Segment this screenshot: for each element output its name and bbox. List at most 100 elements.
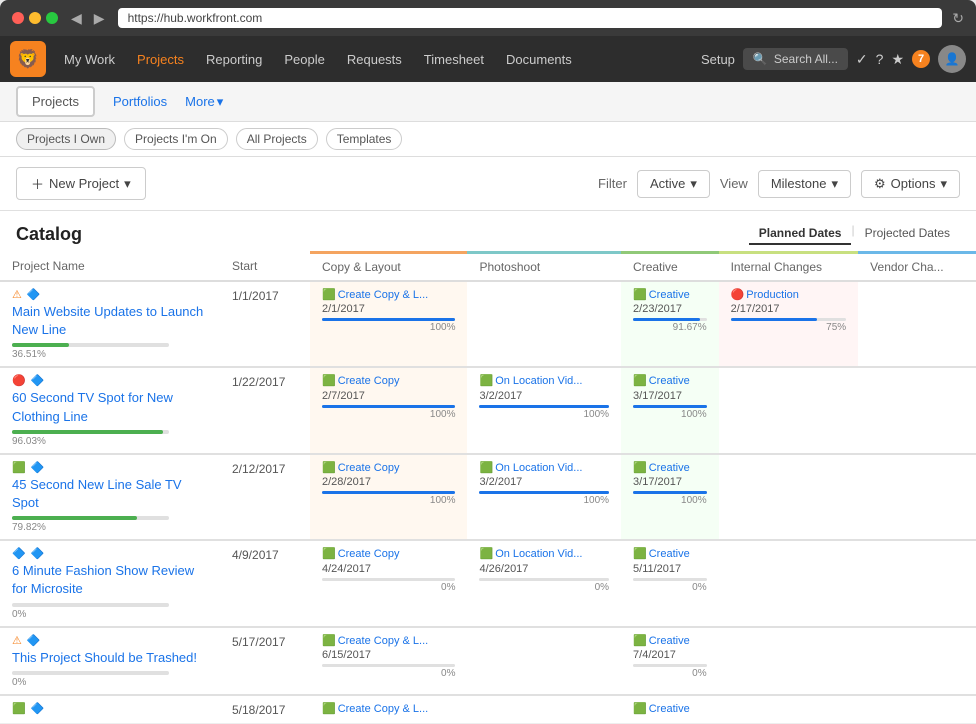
- cell-internal: [719, 367, 859, 453]
- milestone-link[interactable]: 🟩Create Copy & L...: [322, 634, 455, 649]
- checkmark-icon[interactable]: ✓: [856, 51, 868, 68]
- milestone-cell-copy: 🟩Create Copy 2/28/2017 100%: [322, 461, 455, 506]
- milestone-link[interactable]: 🟩Creative: [633, 547, 707, 562]
- milestone-location-icon: 🟩: [479, 461, 493, 476]
- notification-badge[interactable]: 7: [912, 50, 930, 68]
- cell-project-name: 🔷🔷 6 Minute Fashion Show Review for Micr…: [0, 540, 220, 626]
- milestone-cell-creative: 🟩Creative 7/4/2017 0%: [633, 634, 707, 679]
- nav-documents[interactable]: Documents: [496, 48, 582, 71]
- milestone-location-icon: 🟩: [479, 374, 493, 389]
- filter-all-projects[interactable]: All Projects: [236, 128, 318, 150]
- project-icons: 🔴🔷: [12, 374, 208, 387]
- cell-copy-layout: 🟩Create Copy & L...: [310, 695, 467, 724]
- milestone-pct-label: 0%: [633, 668, 707, 679]
- milestone-link[interactable]: 🟩Creative: [633, 702, 707, 717]
- project-name-link[interactable]: Main Website Updates to Launch New Line: [12, 303, 208, 339]
- minimize-btn[interactable]: [29, 12, 41, 24]
- cell-creative: 🟩Creative 3/17/2017 100%: [621, 454, 719, 540]
- project-name-link[interactable]: This Project Should be Trashed!: [12, 649, 208, 667]
- project-name-link[interactable]: 45 Second New Line Sale TV Spot: [12, 476, 208, 512]
- help-icon[interactable]: ?: [876, 51, 884, 67]
- filter-templates[interactable]: Templates: [326, 128, 403, 150]
- filter-projects-i-own[interactable]: Projects I Own: [16, 128, 116, 150]
- progress-bar-container: [479, 578, 609, 581]
- planned-dates-btn[interactable]: Planned Dates: [749, 223, 852, 245]
- milestone-link[interactable]: 🟩Creative: [633, 288, 707, 303]
- close-btn[interactable]: [12, 12, 24, 24]
- maximize-btn[interactable]: [46, 12, 58, 24]
- milestone-link[interactable]: 🟩On Location Vid...: [479, 374, 609, 389]
- tab-portfolios[interactable]: Portfolios: [99, 88, 181, 115]
- milestone-pct-label: 0%: [479, 582, 609, 593]
- setup-link[interactable]: Setup: [701, 52, 735, 67]
- milestone-link[interactable]: 🟩Create Copy & L...: [322, 702, 455, 717]
- view-dropdown[interactable]: Milestone ▾: [758, 170, 851, 198]
- cell-copy-layout: 🟩Create Copy & L... 6/15/2017 0%: [310, 627, 467, 695]
- project-progress-label: 79.82%: [12, 522, 208, 533]
- cell-creative: 🟩Creative 2/23/2017 91.67%: [621, 281, 719, 367]
- nav-projects[interactable]: Projects: [127, 48, 194, 71]
- col-creative: Creative: [621, 253, 719, 282]
- milestone-link[interactable]: 🟩Creative: [633, 634, 707, 649]
- tab-projects[interactable]: Projects: [16, 86, 95, 117]
- cell-copy-layout: 🟩Create Copy & L... 2/1/2017 100%: [310, 281, 467, 367]
- milestone-date: 5/11/2017: [633, 563, 707, 575]
- nav-people[interactable]: People: [274, 48, 334, 71]
- projected-dates-btn[interactable]: Projected Dates: [855, 223, 960, 245]
- nav-timesheet[interactable]: Timesheet: [414, 48, 494, 71]
- search-bar[interactable]: 🔍 Search All...: [743, 48, 848, 70]
- filter-projects-im-on[interactable]: Projects I'm On: [124, 128, 228, 150]
- table-row: 🟩🔷 5/18/2017 🟩Create Copy & L... 🟩Creati…: [0, 695, 976, 724]
- progress-bar-fill: [633, 405, 707, 408]
- search-placeholder: Search All...: [774, 52, 838, 66]
- cell-photoshoot: [467, 281, 621, 367]
- nav-items: My Work Projects Reporting People Reques…: [54, 48, 701, 71]
- reload-button[interactable]: ↻: [952, 10, 964, 27]
- catalog-title: Catalog: [16, 224, 82, 245]
- table-row: 🟩🔷 45 Second New Line Sale TV Spot 79.82…: [0, 454, 976, 540]
- milestone-date: 2/28/2017: [322, 476, 455, 488]
- milestone-creative-icon: 🟩: [633, 374, 647, 389]
- cell-vendor: [858, 281, 976, 367]
- cell-copy-layout: 🟩Create Copy 2/7/2017 100%: [310, 367, 467, 453]
- milestone-link[interactable]: 🟩On Location Vid...: [479, 547, 609, 562]
- nav-mywork[interactable]: My Work: [54, 48, 125, 71]
- star-icon[interactable]: ★: [891, 51, 904, 68]
- user-avatar[interactable]: 👤: [938, 45, 966, 73]
- cell-photoshoot: 🟩On Location Vid... 3/2/2017 100%: [467, 454, 621, 540]
- back-button[interactable]: ◀: [68, 10, 85, 27]
- filter-dropdown[interactable]: Active ▾: [637, 170, 710, 198]
- cell-vendor: [858, 695, 976, 724]
- milestone-link[interactable]: 🟩Create Copy: [322, 374, 455, 389]
- milestone-pct-label: 100%: [322, 495, 455, 506]
- new-project-button[interactable]: ＋ New Project ▾: [16, 167, 146, 200]
- progress-bar-container: [633, 491, 707, 494]
- milestone-cell-creative: 🟩Creative 3/17/2017 100%: [633, 374, 707, 419]
- forward-button[interactable]: ▶: [91, 10, 108, 27]
- project-name-link[interactable]: 60 Second TV Spot for New Clothing Line: [12, 389, 208, 425]
- milestone-pct-label: 100%: [322, 409, 455, 420]
- app-logo[interactable]: 🦁: [10, 41, 46, 77]
- options-button[interactable]: ⚙ Options ▾: [861, 170, 960, 198]
- milestone-link[interactable]: 🟩Create Copy & L...: [322, 288, 455, 303]
- project-icons: 🟩🔷: [12, 461, 208, 474]
- address-bar[interactable]: https://hub.workfront.com: [118, 8, 943, 28]
- milestone-production-icon: 🔴: [731, 288, 745, 303]
- cell-start: 1/22/2017: [220, 367, 310, 453]
- progress-bar-container: [633, 664, 707, 667]
- project-name-link[interactable]: 6 Minute Fashion Show Review for Microsi…: [12, 562, 208, 598]
- tab-more-dropdown[interactable]: More ▾: [185, 94, 223, 110]
- milestone-link[interactable]: 🟩Creative: [633, 374, 707, 389]
- milestone-cell-copy: 🟩Create Copy & L... 6/15/2017 0%: [322, 634, 455, 679]
- milestone-link[interactable]: 🟩Creative: [633, 461, 707, 476]
- nav-requests[interactable]: Requests: [337, 48, 412, 71]
- milestone-link[interactable]: 🟩Create Copy: [322, 547, 455, 562]
- cell-vendor: [858, 367, 976, 453]
- milestone-date: 3/17/2017: [633, 476, 707, 488]
- milestone-link[interactable]: 🟩Create Copy: [322, 461, 455, 476]
- progress-bar-container: [633, 318, 707, 321]
- milestone-cell-photoshoot: 🟩On Location Vid... 3/2/2017 100%: [479, 461, 609, 506]
- milestone-link[interactable]: 🔴Production: [731, 288, 847, 303]
- nav-reporting[interactable]: Reporting: [196, 48, 272, 71]
- milestone-link[interactable]: 🟩On Location Vid...: [479, 461, 609, 476]
